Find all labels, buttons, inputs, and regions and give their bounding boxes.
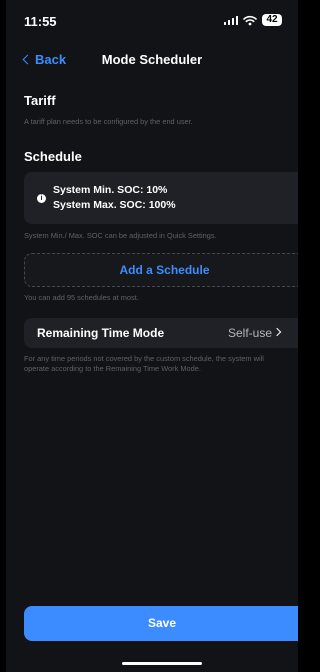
soc-max-text: System Max. SOC: 100% — [53, 199, 176, 211]
nav-bar: Mode Scheduler Back — [0, 50, 304, 70]
save-button[interactable]: Save — [24, 606, 304, 641]
chevron-right-icon — [272, 327, 282, 337]
soc-min-text: System Min. SOC: 10% — [53, 184, 168, 196]
info-icon: i — [37, 194, 46, 203]
add-schedule-button[interactable]: Add a Schedule — [24, 253, 304, 287]
status-icons: 42 — [223, 14, 282, 26]
chevron-left-icon — [22, 54, 33, 65]
remaining-time-mode-value: Self-use — [227, 326, 272, 340]
soc-card: i System Min. SOC: 10% System Max. SOC: … — [24, 172, 304, 224]
battery-icon: 42 — [262, 14, 282, 26]
wifi-icon — [243, 15, 257, 26]
remaining-time-mode-label: Remaining Time Mode — [37, 326, 165, 340]
schedule-title: Schedule — [24, 149, 82, 164]
signal-icon — [223, 15, 238, 25]
screen-edge-right — [298, 0, 304, 672]
tariff-title: Tariff — [24, 93, 56, 108]
remaining-time-mode-row[interactable]: Remaining Time Mode Self-use — [24, 318, 304, 348]
add-schedule-hint: You can add 95 schedules at most. — [24, 293, 139, 302]
back-label: Back — [35, 52, 67, 67]
tariff-hint: A tariff plan needs to be configured by … — [24, 117, 193, 126]
mode-scheduler-screen: 11:55 42 Mode Scheduler Back Tariff A ta… — [0, 0, 304, 672]
status-time: 11:55 — [24, 14, 57, 29]
screen-edge-left — [0, 0, 6, 672]
back-button[interactable]: Back — [22, 52, 67, 67]
remaining-hint: For any time periods not covered by the … — [24, 354, 264, 373]
status-bar: 11:55 42 — [24, 14, 282, 32]
home-indicator — [122, 662, 202, 665]
soc-hint: System Min./ Max. SOC can be adjusted in… — [24, 231, 217, 240]
